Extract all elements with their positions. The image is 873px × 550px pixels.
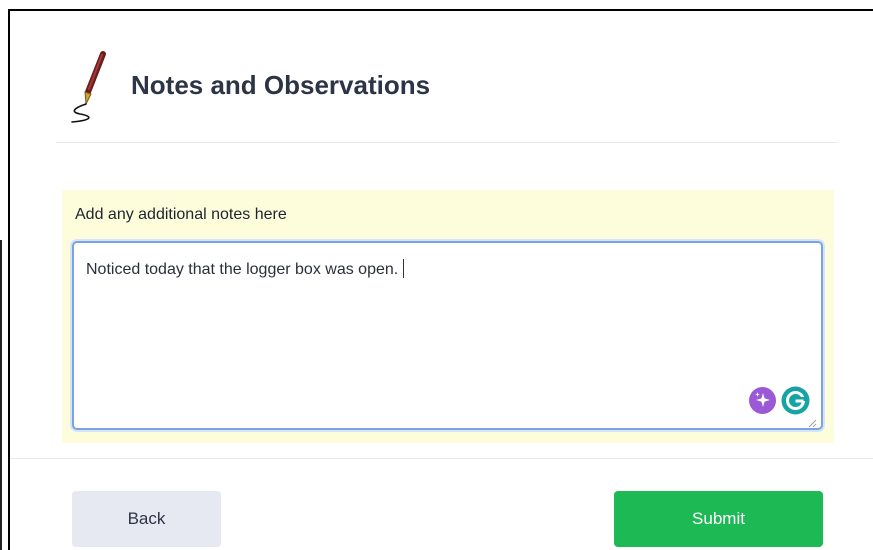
grammarly-icon[interactable] [781,386,810,415]
back-button[interactable]: Back [72,491,221,547]
frame-border-top [8,9,873,11]
frame-border-left [8,9,10,550]
submit-button[interactable]: Submit [614,491,823,547]
frame-border-outer [0,240,2,550]
page-title: Notes and Observations [131,70,431,100]
notes-text: Noticed today that the logger box was op… [86,259,405,279]
notes-textarea[interactable]: Noticed today that the logger box was op… [72,241,823,430]
notes-panel: Add any additional notes here Noticed to… [62,190,834,443]
fountain-pen-icon [66,50,110,124]
header-divider [56,142,838,143]
notes-label: Add any additional notes here [75,206,287,223]
page-frame: Notes and Observations Add any additiona… [0,0,873,550]
footer-divider [10,458,873,459]
section-header: Notes and Observations [56,40,836,140]
ai-sparkle-icon[interactable] [749,387,776,414]
notes-value: Noticed today that the logger box was op… [86,261,399,278]
resize-handle[interactable] [808,415,817,428]
text-caret [403,259,405,278]
